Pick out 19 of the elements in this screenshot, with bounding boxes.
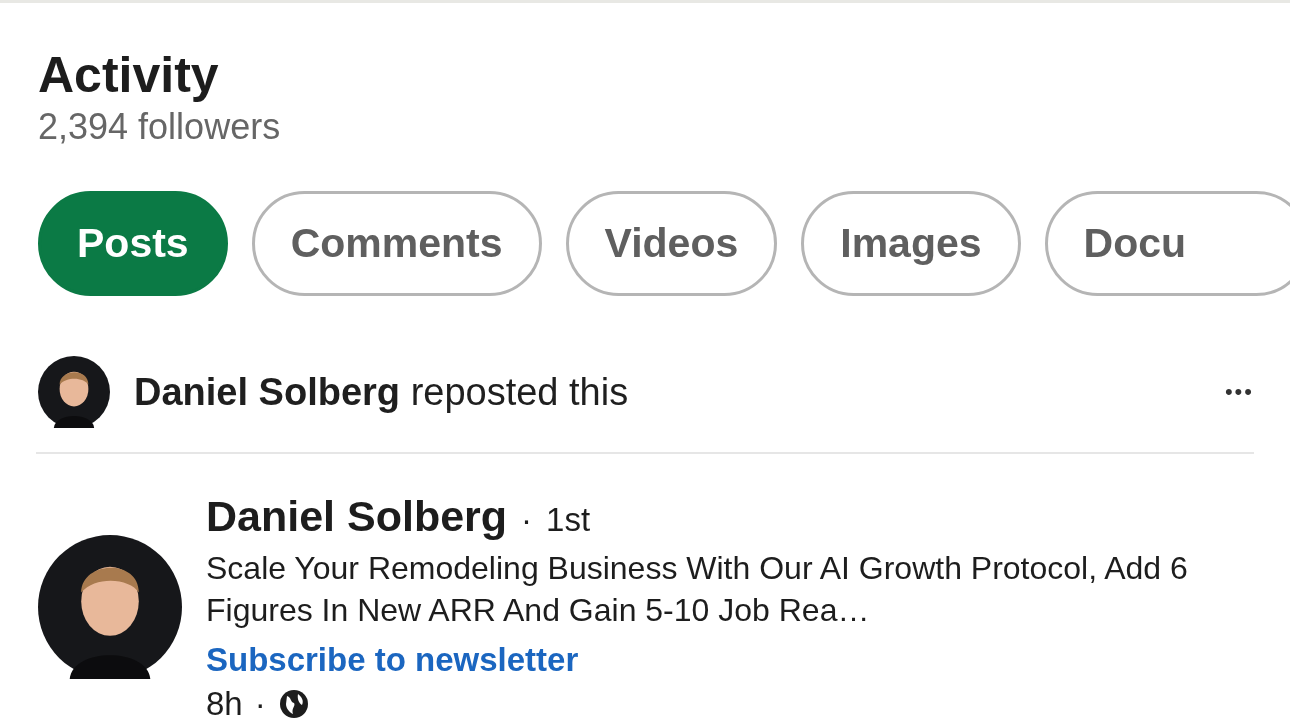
- filter-tab[interactable]: Images: [801, 191, 1021, 296]
- connection-degree: 1st: [546, 501, 591, 539]
- separator: ·: [521, 501, 533, 539]
- filter-tab[interactable]: Docu: [1044, 191, 1290, 296]
- subscribe-link[interactable]: Subscribe to newsletter: [206, 641, 1256, 679]
- follower-count: 2,394 followers: [38, 105, 282, 149]
- avatar[interactable]: [38, 356, 110, 428]
- post-time: 8h: [206, 685, 243, 723]
- section-title: Activity: [38, 46, 220, 105]
- filter-tab[interactable]: Comments: [251, 191, 542, 296]
- filter-tab[interactable]: Posts: [38, 191, 228, 296]
- repost-text: Daniel Solberg reposted this: [134, 370, 630, 414]
- author-name[interactable]: Daniel Solberg: [206, 492, 508, 541]
- avatar[interactable]: [38, 535, 182, 679]
- separator: ·: [254, 685, 266, 723]
- more-menu-button[interactable]: •••: [1224, 379, 1254, 405]
- author-headline: Scale Your Remodeling Business With Our AI Growth Protocol, Add 6 Figures In New ARR And Gain 5-10 Job Rea…: [206, 549, 1189, 630]
- globe-icon: [277, 688, 310, 720]
- filter-tab[interactable]: Videos: [565, 191, 778, 296]
